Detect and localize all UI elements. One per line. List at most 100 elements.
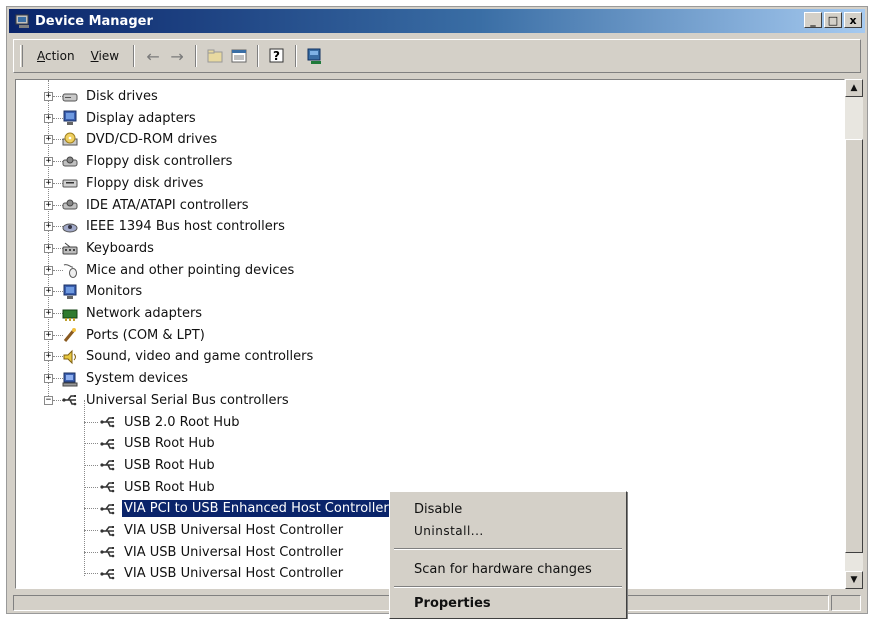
tree-category-label: System devices: [86, 371, 189, 387]
expand-toggle[interactable]: +: [44, 287, 53, 297]
vertical-scrollbar[interactable]: ▲ ▼: [845, 79, 863, 589]
expand-toggle[interactable]: +: [44, 200, 53, 210]
tree-category-row[interactable]: DVD/CD-ROM drives: [62, 129, 219, 150]
usb-device-label: USB Root Hub: [124, 436, 215, 452]
expand-toggle[interactable]: +: [44, 265, 53, 275]
tree-category-row[interactable]: Mice and other pointing devices: [62, 260, 296, 281]
usb-device-label: VIA USB Universal Host Controller: [124, 544, 344, 560]
toolbar-separator: [195, 45, 198, 67]
usb-device-row[interactable]: VIA USB Universal Host Controller: [100, 563, 345, 584]
expand-toggle[interactable]: +: [44, 135, 53, 145]
expand-toggle[interactable]: +: [44, 309, 53, 318]
tree-category-label: IEEE 1394 Bus host controllers: [86, 219, 285, 235]
usb-device-row[interactable]: USB 2.0 Root Hub: [100, 412, 241, 433]
usb-device-label: VIA USB Universal Host Controller: [124, 566, 344, 582]
tree-category-label: Monitors: [86, 284, 143, 300]
usb-device-row[interactable]: VIA PCI to USB Enhanced Host Controller: [100, 498, 391, 519]
menu-item-disable[interactable]: Disable: [390, 498, 626, 520]
scroll-up-button[interactable]: ▲: [845, 79, 863, 97]
collapse-toggle[interactable]: −: [44, 395, 53, 405]
menu-action[interactable]: Action: [29, 47, 83, 65]
tree-line: [84, 443, 98, 445]
menu-view[interactable]: View: [83, 47, 127, 65]
bus-icon: [62, 219, 78, 235]
expand-toggle[interactable]: +: [44, 178, 53, 188]
svg-text:?: ?: [273, 49, 280, 63]
floppy-drive-icon: [62, 175, 78, 191]
title-bar[interactable]: Device Manager _ □ x: [9, 9, 865, 33]
tree-category-row[interactable]: IEEE 1394 Bus host controllers: [62, 216, 287, 237]
computer-icon: [62, 371, 78, 387]
tree-category-row[interactable]: Sound, video and game controllers: [62, 346, 315, 367]
status-pane: [831, 595, 861, 611]
menu-item-properties[interactable]: Properties: [390, 592, 626, 614]
scan-hardware-icon[interactable]: [303, 45, 327, 67]
tree-line: [84, 508, 98, 510]
expand-toggle[interactable]: +: [44, 113, 53, 123]
usb-icon: [62, 392, 78, 408]
maximize-button[interactable]: □: [824, 12, 842, 28]
tree-category-row[interactable]: Floppy disk controllers: [62, 151, 234, 172]
tree-category-row[interactable]: Monitors: [62, 281, 144, 302]
help-icon[interactable]: ?: [265, 45, 289, 67]
tree-category-row[interactable]: System devices: [62, 368, 190, 389]
port-icon: [62, 327, 78, 343]
scroll-down-button[interactable]: ▼: [845, 571, 863, 589]
usb-device-row[interactable]: VIA USB Universal Host Controller: [100, 542, 345, 563]
toolbar-grip[interactable]: [20, 45, 23, 67]
tree-category-label: Keyboards: [86, 240, 154, 256]
usb-device-row[interactable]: USB Root Hub: [100, 433, 217, 454]
tree-category-label: Mice and other pointing devices: [86, 262, 295, 278]
tree-category-row[interactable]: Universal Serial Bus controllers: [62, 390, 291, 411]
usb-device-row[interactable]: USB Root Hub: [100, 455, 217, 476]
tree-category-label: Universal Serial Bus controllers: [86, 392, 289, 408]
usb-icon: [100, 523, 116, 539]
expand-toggle[interactable]: +: [44, 374, 53, 384]
monitor-icon: [62, 110, 78, 126]
menu-item-scan-hardware[interactable]: Scan for hardware changes: [390, 558, 626, 580]
usb-icon: [100, 414, 116, 430]
tree-category-row[interactable]: Network adapters: [62, 303, 204, 324]
menu-item-uninstall[interactable]: Uninstall...: [390, 520, 626, 542]
tree-category-row[interactable]: Floppy disk drives: [62, 173, 205, 194]
forward-arrow-icon[interactable]: →: [165, 45, 189, 67]
usb-device-row[interactable]: VIA USB Universal Host Controller: [100, 520, 345, 541]
tree-category-row[interactable]: Disk drives: [62, 86, 160, 107]
keyboard-icon: [62, 240, 78, 256]
tree-category-label: Sound, video and game controllers: [86, 349, 314, 365]
expand-toggle[interactable]: +: [44, 352, 53, 362]
tree-category-row[interactable]: Ports (COM & LPT): [62, 325, 207, 346]
network-icon: [62, 306, 78, 322]
expand-toggle[interactable]: +: [44, 330, 53, 340]
usb-device-label: USB Root Hub: [124, 457, 215, 473]
device-manager-icon: [15, 14, 29, 28]
tree-category-label: Display adapters: [86, 110, 196, 126]
usb-icon: [100, 544, 116, 560]
tree-category-row[interactable]: Display adapters: [62, 108, 198, 129]
expand-toggle[interactable]: +: [44, 157, 53, 167]
tree-category-label: Ports (COM & LPT): [86, 327, 205, 343]
usb-icon: [100, 479, 116, 495]
properties-icon[interactable]: [227, 45, 251, 67]
expand-toggle[interactable]: +: [44, 243, 53, 253]
close-button[interactable]: x: [844, 12, 862, 28]
expand-toggle[interactable]: +: [44, 222, 53, 232]
window-title: Device Manager: [35, 13, 153, 29]
usb-device-row[interactable]: USB Root Hub: [100, 477, 217, 498]
monitor-icon: [62, 284, 78, 300]
up-folder-icon[interactable]: [203, 45, 227, 67]
usb-device-label: VIA USB Universal Host Controller: [124, 523, 344, 538]
back-arrow-icon[interactable]: ←: [141, 45, 165, 67]
tree-category-row[interactable]: Keyboards: [62, 238, 156, 259]
tree-category-row[interactable]: IDE ATA/ATAPI controllers: [62, 195, 251, 216]
tree-category-label: Floppy disk drives: [86, 175, 204, 191]
toolbar-separator: [133, 45, 136, 67]
tree-line: [84, 421, 98, 423]
tree-line: [84, 551, 98, 553]
menu-separator: [394, 586, 622, 588]
tree-category-label: Floppy disk controllers: [86, 154, 233, 170]
minimize-button[interactable]: _: [804, 12, 822, 28]
expand-toggle[interactable]: +: [44, 92, 53, 101]
tree-category-label: IDE ATA/ATAPI controllers: [86, 197, 249, 213]
scroll-thumb[interactable]: [845, 139, 863, 553]
